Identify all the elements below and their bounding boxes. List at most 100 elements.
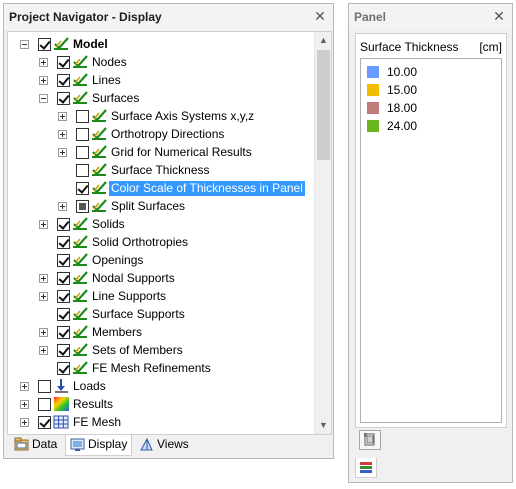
check-icon bbox=[91, 108, 108, 124]
tree-item[interactable]: Surface Thickness bbox=[8, 161, 314, 179]
tree-item-checkbox[interactable] bbox=[38, 416, 51, 429]
tree-item[interactable]: FE Mesh Refinements bbox=[8, 359, 314, 377]
tree-item-checkbox[interactable] bbox=[76, 164, 89, 177]
tree-item[interactable]: Model bbox=[8, 35, 314, 53]
expand-plus-icon[interactable] bbox=[39, 292, 48, 301]
check-icon bbox=[91, 144, 108, 160]
tree-item[interactable]: Surface Axis Systems x,y,z bbox=[8, 107, 314, 125]
tree-item-checkbox[interactable] bbox=[57, 344, 70, 357]
panel-body: Surface Thickness [cm] 10.00 15.00 18.00… bbox=[355, 33, 507, 428]
check-icon bbox=[72, 342, 89, 358]
tree-item[interactable]: Split Surfaces bbox=[8, 197, 314, 215]
expand-plus-icon[interactable] bbox=[20, 382, 29, 391]
navigator-title: Project Navigator - Display bbox=[9, 10, 162, 24]
expand-plus-icon[interactable] bbox=[20, 418, 29, 427]
tree-item-checkbox[interactable] bbox=[57, 56, 70, 69]
tree-item[interactable]: Lines bbox=[8, 71, 314, 89]
tree-item-checkbox[interactable] bbox=[57, 236, 70, 249]
check-icon bbox=[72, 324, 89, 340]
panel-close-icon[interactable]: ✕ bbox=[492, 8, 506, 24]
expand-plus-icon[interactable] bbox=[58, 112, 67, 121]
tree-item-checkbox[interactable] bbox=[57, 272, 70, 285]
tree-item-checkbox[interactable] bbox=[38, 398, 51, 411]
scroll-up-icon[interactable]: ▲ bbox=[315, 32, 331, 49]
panel-header: Surface Thickness [cm] bbox=[360, 40, 502, 55]
tree-item-checkbox[interactable] bbox=[76, 200, 89, 213]
tree-item-checkbox[interactable] bbox=[76, 110, 89, 123]
expand-plus-icon[interactable] bbox=[39, 58, 48, 67]
tree-item[interactable]: Results bbox=[8, 395, 314, 413]
panel-settings-button[interactable] bbox=[359, 430, 381, 450]
tree-item[interactable]: Line Supports bbox=[8, 287, 314, 305]
legend-swatch bbox=[367, 120, 379, 132]
tree-item-checkbox[interactable] bbox=[57, 326, 70, 339]
tab-data[interactable]: Data bbox=[10, 435, 61, 455]
panel-title: Panel bbox=[354, 10, 387, 24]
expand-plus-icon[interactable] bbox=[58, 130, 67, 139]
panel-header-label: Surface Thickness bbox=[360, 40, 459, 54]
tree-item[interactable]: FE Mesh bbox=[8, 413, 314, 431]
tree-item[interactable]: Loads bbox=[8, 377, 314, 395]
scroll-thumb[interactable] bbox=[317, 50, 330, 160]
tab-views[interactable]: Views bbox=[135, 435, 193, 455]
tree-item[interactable]: Sets of Members bbox=[8, 341, 314, 359]
tree-item-label: Results bbox=[73, 397, 114, 411]
tree-item-checkbox[interactable] bbox=[57, 290, 70, 303]
tree-item-checkbox[interactable] bbox=[57, 254, 70, 267]
tree-item-label: FE Mesh Refinements bbox=[92, 361, 211, 375]
tree-item[interactable]: Color Scale of Thicknesses in Panel bbox=[8, 179, 314, 197]
expand-plus-icon[interactable] bbox=[20, 400, 29, 409]
tree-item[interactable]: Nodal Supports bbox=[8, 269, 314, 287]
tree-item-checkbox[interactable] bbox=[38, 380, 51, 393]
panel-tab-color-scale[interactable] bbox=[355, 458, 377, 478]
panel-titlebar: Panel ✕ bbox=[349, 4, 512, 30]
tree-item[interactable]: Surface Supports bbox=[8, 305, 314, 323]
legend-value: 24.00 bbox=[387, 119, 418, 133]
tree-item[interactable]: Surfaces bbox=[8, 89, 314, 107]
check-icon bbox=[72, 234, 89, 250]
check-icon bbox=[91, 126, 108, 142]
tree-item[interactable]: Openings bbox=[8, 251, 314, 269]
tree-item-checkbox[interactable] bbox=[57, 218, 70, 231]
loads-icon bbox=[53, 378, 70, 394]
tree-item-checkbox[interactable] bbox=[57, 362, 70, 375]
tree-item-checkbox[interactable] bbox=[57, 308, 70, 321]
collapse-minus-icon[interactable] bbox=[39, 94, 48, 103]
tree-item[interactable]: Nodes bbox=[8, 53, 314, 71]
tree-item[interactable]: Orthotropy Directions bbox=[8, 125, 314, 143]
expand-plus-icon[interactable] bbox=[58, 148, 67, 157]
check-icon bbox=[72, 252, 89, 268]
check-icon bbox=[91, 162, 108, 178]
expand-plus-icon[interactable] bbox=[58, 202, 67, 211]
tree-item-label: Solids bbox=[92, 217, 125, 231]
tree-item[interactable]: Solids bbox=[8, 215, 314, 233]
expand-plus-icon[interactable] bbox=[39, 220, 48, 229]
expand-plus-icon[interactable] bbox=[39, 346, 48, 355]
expand-plus-icon[interactable] bbox=[39, 328, 48, 337]
tree-item[interactable]: Solid Orthotropies bbox=[8, 233, 314, 251]
check-icon bbox=[72, 72, 89, 88]
tab-display[interactable]: Display bbox=[65, 435, 133, 456]
check-icon bbox=[72, 54, 89, 70]
tree-item[interactable]: Grid for Numerical Results bbox=[8, 143, 314, 161]
tree-item-label: FE Mesh bbox=[73, 415, 122, 429]
color-scale-icon bbox=[360, 462, 372, 473]
tree-item-checkbox[interactable] bbox=[57, 92, 70, 105]
tree-item-checkbox[interactable] bbox=[38, 38, 51, 51]
scroll-down-icon[interactable]: ▼ bbox=[315, 417, 331, 434]
tree-vertical-scrollbar[interactable]: ▲ ▼ bbox=[314, 32, 331, 434]
tab-display-label: Display bbox=[88, 437, 128, 451]
tree-item-checkbox[interactable] bbox=[57, 74, 70, 87]
tree-item-checkbox[interactable] bbox=[76, 146, 89, 159]
tab-views-label: Views bbox=[157, 437, 189, 451]
panel-window: Panel ✕ Surface Thickness [cm] 10.00 15.… bbox=[348, 3, 513, 483]
navigator-close-icon[interactable]: ✕ bbox=[313, 8, 327, 24]
collapse-minus-icon[interactable] bbox=[20, 40, 29, 49]
tree-item-label: Surface Axis Systems x,y,z bbox=[111, 109, 255, 123]
tree-item[interactable]: Members bbox=[8, 323, 314, 341]
tree-item-checkbox[interactable] bbox=[76, 128, 89, 141]
expand-plus-icon[interactable] bbox=[39, 76, 48, 85]
check-icon bbox=[91, 180, 108, 196]
expand-plus-icon[interactable] bbox=[39, 274, 48, 283]
tree-item-checkbox[interactable] bbox=[76, 182, 89, 195]
